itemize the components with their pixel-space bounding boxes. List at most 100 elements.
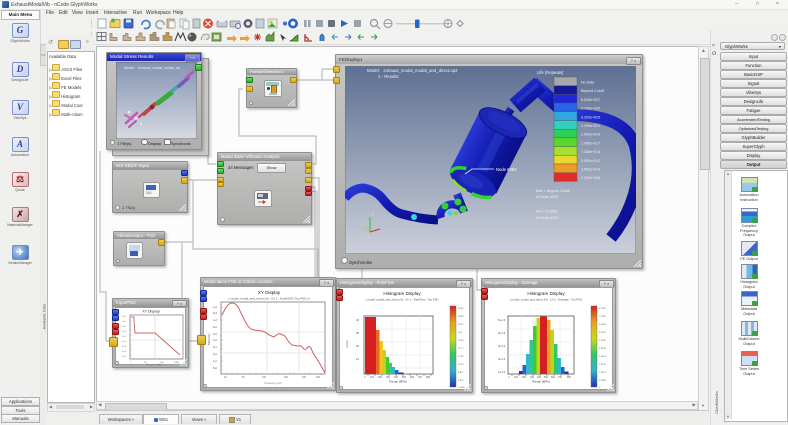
svg-text:2e2: 2e2	[213, 333, 218, 336]
svg-text:200: 200	[522, 376, 527, 379]
svg-text:1 - Results: 1 - Results	[378, 74, 399, 79]
svg-text:700: 700	[558, 376, 563, 379]
svg-text:1: 1	[130, 362, 132, 364]
svg-text:1e2: 1e2	[122, 316, 126, 318]
svg-text:Cycles: Cycles	[345, 340, 349, 348]
svg-text:20: 20	[224, 376, 227, 379]
svg-text:17.45: 17.45	[458, 356, 464, 358]
svg-text:Range [MPa]: Range [MPa]	[532, 380, 550, 384]
svg-text:x: x	[367, 235, 369, 239]
svg-text:4e-13: 4e-13	[498, 331, 506, 335]
svg-text:850: 850	[567, 376, 572, 379]
svg-text:1e1: 1e1	[122, 321, 126, 323]
svg-text:5e2: 5e2	[213, 326, 218, 329]
svg-text:38.08: 38.08	[458, 316, 464, 318]
svg-text:1e2: 1e2	[213, 339, 218, 342]
svg-text:1000: 1000	[174, 362, 180, 364]
svg-text:4.513: 4.513	[458, 380, 464, 382]
svg-text:Frequency [Hz]: Frequency [Hz]	[264, 381, 282, 385]
svg-text:XY Display: XY Display	[142, 310, 160, 314]
svg-text:1e1: 1e1	[213, 360, 218, 363]
svg-text:26.08: 26.08	[458, 340, 464, 342]
svg-text:100: 100	[262, 376, 267, 379]
svg-text:1.080e+017: 1.080e+017	[581, 141, 600, 145]
svg-text:Model: exhaust_modal_modal_a: Model: exhaust_modal_modal_and_direct.op…	[367, 68, 458, 73]
svg-text:z: z	[372, 212, 374, 216]
svg-text:5.090e+012: 5.090e+012	[581, 159, 600, 163]
svg-text:0.5968: 0.5968	[599, 380, 606, 382]
svg-text:6.925e+027: 6.925e+027	[581, 98, 600, 102]
svg-text:200: 200	[378, 376, 383, 379]
svg-text:10: 10	[356, 357, 360, 361]
svg-text:6.4609: 6.4609	[599, 324, 606, 326]
svg-text:1e-6: 1e-6	[122, 356, 127, 358]
svg-text:850: 850	[426, 376, 431, 379]
svg-text:At Node 6353: At Node 6353	[536, 216, 558, 220]
svg-text:6.7965: 6.7965	[599, 308, 606, 310]
svg-text:(.modal_modal_and_direct.s3t :: (.modal_modal_and_direct.s3t : Ch 1 : Da…	[510, 298, 582, 302]
svg-text:4.740e+025: 4.740e+025	[581, 107, 600, 111]
svg-text:0: 0	[508, 376, 510, 379]
svg-text:1e-2: 1e-2	[122, 336, 127, 338]
svg-text:30: 30	[356, 331, 360, 335]
svg-text:Max = Beyond Cutoff: Max = Beyond Cutoff	[536, 189, 570, 193]
svg-text:MPa²/Hz: MPa²/Hz	[207, 333, 211, 345]
svg-text:400: 400	[302, 376, 307, 379]
svg-text:5e0: 5e0	[213, 367, 218, 370]
svg-text:5e3: 5e3	[213, 312, 218, 315]
svg-text:7.435e+014: 7.435e+014	[581, 150, 600, 154]
svg-text:200: 200	[284, 376, 289, 379]
svg-text:7.1350: 7.1350	[599, 316, 606, 318]
svg-text:600: 600	[410, 376, 415, 379]
svg-text:3e-13: 3e-13	[498, 344, 506, 348]
svg-text:21.77: 21.77	[458, 348, 464, 350]
svg-text:Range [MPa]: Range [MPa]	[389, 380, 407, 384]
svg-text:40: 40	[356, 318, 360, 322]
svg-text:2.299e+021: 2.299e+021	[581, 124, 600, 128]
svg-text:1e-13: 1e-13	[498, 370, 506, 374]
svg-text:(.modal_modal_and_direct.s3t :: (.modal_modal_and_direct.s3t : Ch 1 : Ra…	[365, 298, 438, 302]
svg-text:2.8125: 2.8125	[599, 364, 606, 366]
svg-text:6.0947: 6.0947	[599, 332, 606, 334]
svg-text:5e1: 5e1	[213, 346, 218, 349]
svg-text:1.7413: 1.7413	[599, 372, 606, 374]
svg-text:8.827: 8.827	[458, 372, 464, 374]
svg-text:1e-4: 1e-4	[122, 346, 127, 348]
svg-text:Model: exhaust_modal_modal_a: Model: exhaust_modal_modal_an	[124, 66, 180, 70]
svg-text:(.modal_modal_and_direct.s3t :: (.modal_modal_and_direct.s3t : Ch 1 : No…	[228, 297, 310, 301]
svg-text:Min = 2.3208: Min = 2.3208	[536, 210, 557, 214]
svg-text:Beyond Cutoff: Beyond Cutoff	[581, 89, 604, 93]
svg-text:1e4: 1e4	[213, 306, 218, 309]
svg-text:4.8546: 4.8546	[599, 348, 606, 350]
svg-text:Node 6353: Node 6353	[496, 167, 517, 172]
svg-text:No Data: No Data	[581, 81, 594, 85]
svg-text:5.4186: 5.4186	[599, 340, 606, 342]
svg-text:1e3: 1e3	[213, 319, 218, 322]
svg-text:43.45: 43.45	[458, 308, 464, 310]
svg-text:1e-1: 1e-1	[122, 331, 127, 333]
svg-text:Frequency [Hz]: Frequency [Hz]	[146, 364, 163, 367]
svg-text:600: 600	[316, 376, 321, 379]
svg-text:At Node 4034: At Node 4034	[536, 195, 558, 199]
svg-text:1e0: 1e0	[122, 326, 126, 328]
svg-text:700: 700	[418, 376, 423, 379]
svg-text:0: 0	[364, 376, 366, 379]
svg-text:2.320e+008: 2.320e+008	[581, 176, 600, 180]
svg-text:3.320e+023: 3.320e+023	[581, 115, 600, 119]
svg-text:0: 0	[599, 387, 601, 389]
svg-text:Histogram Display: Histogram Display	[383, 291, 421, 296]
svg-text:1e-3: 1e-3	[122, 341, 127, 343]
svg-text:2e1: 2e1	[213, 353, 218, 356]
svg-text:3.505e+010: 3.505e+010	[581, 168, 600, 172]
svg-text:2e-13: 2e-13	[498, 357, 506, 361]
svg-text:1e-5: 1e-5	[122, 351, 127, 353]
svg-text:Histogram Display: Histogram Display	[527, 291, 565, 296]
svg-text:Life (Repeats): Life (Repeats)	[537, 70, 564, 75]
svg-text:100: 100	[370, 376, 375, 379]
svg-text:5e-13: 5e-13	[498, 318, 506, 322]
svg-text:13.14: 13.14	[458, 364, 464, 366]
svg-text:30.4: 30.4	[458, 332, 463, 334]
svg-text:600: 600	[551, 376, 556, 379]
svg-text:XY Display: XY Display	[258, 290, 281, 295]
svg-text:1.590e+019: 1.590e+019	[581, 133, 600, 137]
